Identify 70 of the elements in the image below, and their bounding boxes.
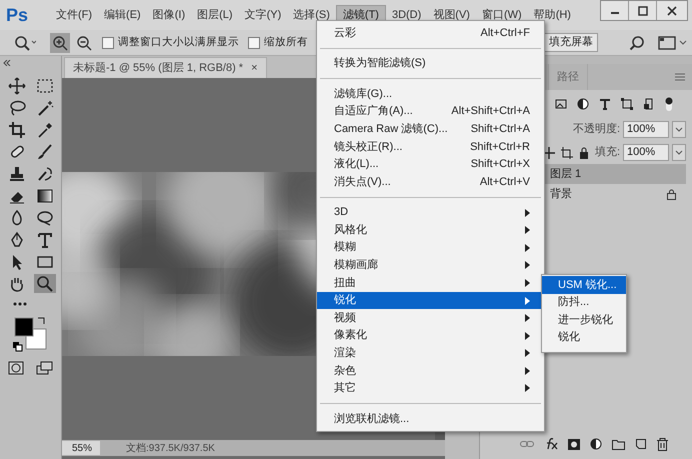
menu-item[interactable]: 视频 bbox=[317, 309, 544, 327]
menu-item[interactable]: 编辑(E) bbox=[98, 5, 147, 25]
menu-item[interactable]: 窗口(W) bbox=[476, 5, 528, 25]
menu-item[interactable]: 文件(F) bbox=[50, 5, 98, 25]
menu-item-label: 锐化 bbox=[334, 293, 357, 308]
menu-item[interactable]: 像素化 bbox=[317, 326, 544, 344]
menu-item[interactable]: 模糊画廊 bbox=[317, 256, 544, 274]
opacity-label: 不透明度: bbox=[572, 122, 620, 138]
menu-item-label: 消失点(V)... bbox=[334, 174, 392, 190]
menu-item-label: 镜头校正(R)... bbox=[334, 140, 404, 155]
menu-item[interactable]: 转换为智能滤镜(S) bbox=[317, 54, 544, 72]
menu-item[interactable]: 图层(L) bbox=[191, 5, 239, 25]
menu-item[interactable]: 扭曲 bbox=[317, 274, 544, 292]
shortcut-text: Shift+Ctrl+R bbox=[470, 140, 530, 155]
menu-item[interactable]: 风格化 bbox=[317, 221, 544, 239]
menu-item[interactable]: 选择(S) bbox=[287, 5, 336, 25]
menu-item-label: Camera Raw 滤镜(C)... bbox=[334, 122, 449, 137]
menu-item-label: 云彩 bbox=[334, 26, 357, 41]
menu-item[interactable]: 3D(D) bbox=[386, 5, 428, 25]
fill-label: 填充: bbox=[594, 145, 620, 160]
menu-item-label: 杂色 bbox=[334, 364, 357, 379]
menu-item[interactable]: 渲染 bbox=[317, 344, 544, 362]
document-tab[interactable]: 未标题-1 @ 55% (图层 1, RGB/8) * bbox=[73, 60, 244, 76]
menu-item-label: 渲染 bbox=[334, 346, 357, 362]
menu-item[interactable]: USM 锐化... bbox=[542, 276, 626, 294]
menu-item[interactable]: 自适应广角(A)... Alt+Shift+Ctrl+A bbox=[317, 102, 544, 120]
close-tab-button[interactable]: × bbox=[251, 60, 258, 76]
menu-item[interactable]: 锐化 bbox=[542, 328, 626, 346]
menu-item[interactable]: 文字(Y) bbox=[238, 5, 288, 25]
menu-item[interactable]: 其它 bbox=[317, 380, 544, 398]
menu-item-label: 模糊 bbox=[334, 240, 357, 256]
menu-item[interactable]: 浏览联机滤镜... bbox=[317, 410, 544, 428]
menu-item-label: 视频 bbox=[334, 310, 357, 326]
shortcut-text: Alt+Shift+Ctrl+A bbox=[451, 104, 530, 120]
checkbox-label: 缩放所有 bbox=[264, 34, 308, 50]
menu-item-label: 滤镜库(G)... bbox=[334, 86, 394, 102]
menu-item[interactable]: 3D bbox=[317, 204, 544, 222]
menu-item[interactable]: 镜头校正(R)... Shift+Ctrl+R bbox=[317, 138, 544, 156]
opacity-field[interactable]: 100% bbox=[623, 121, 669, 138]
fill-screen-button[interactable]: 填充屏幕 bbox=[544, 33, 598, 52]
menu-item[interactable]: 帮助(H) bbox=[528, 5, 577, 25]
app-logo: Ps bbox=[6, 4, 30, 26]
menu-item[interactable]: 锐化 bbox=[317, 292, 544, 310]
menu-item-label: 其它 bbox=[334, 380, 357, 396]
menu-item-label: 扭曲 bbox=[334, 276, 357, 291]
menu-item-label: 液化(L)... bbox=[334, 156, 380, 172]
menu-item[interactable]: 视图(V) bbox=[427, 5, 476, 25]
menu-item[interactable]: 进一步锐化 bbox=[542, 311, 626, 329]
menu-item-label: 转换为智能滤镜(S) bbox=[334, 56, 427, 72]
shortcut-text: Alt+Ctrl+F bbox=[480, 26, 530, 41]
shortcut-text: Shift+Ctrl+A bbox=[470, 122, 530, 137]
menu-item-label: 风格化 bbox=[334, 222, 368, 238]
menu-item[interactable]: Camera Raw 滤镜(C)... Shift+Ctrl+A bbox=[317, 120, 544, 138]
checkbox-label: 调整窗口大小以满屏显示 bbox=[118, 34, 239, 50]
fill-field[interactable]: 100% bbox=[623, 144, 669, 161]
menu-item[interactable]: 图像(I) bbox=[146, 5, 192, 25]
menu-item-label: 3D bbox=[334, 205, 350, 220]
menu-item-label: 自适应广角(A)... bbox=[334, 104, 414, 120]
menu-item-label: 模糊画廊 bbox=[334, 258, 379, 274]
layer-name: 背景 bbox=[550, 186, 573, 202]
menu-item[interactable]: 云彩 Alt+Ctrl+F bbox=[317, 24, 544, 42]
menu-item[interactable]: 模糊 bbox=[317, 238, 544, 257]
menu-item-label: 浏览联机滤镜... bbox=[334, 412, 410, 427]
menu-item[interactable]: 滤镜库(G)... bbox=[317, 85, 544, 103]
zoom-level-field[interactable]: 55% bbox=[62, 441, 100, 455]
menu-item[interactable]: 杂色 bbox=[317, 362, 544, 380]
document-size-text: 文档:937.5K/937.5K bbox=[126, 442, 215, 456]
menu-item[interactable]: 防抖... bbox=[542, 294, 626, 312]
menu-item-label: 像素化 bbox=[334, 328, 368, 344]
layer-name: 图层 1 bbox=[550, 166, 582, 182]
